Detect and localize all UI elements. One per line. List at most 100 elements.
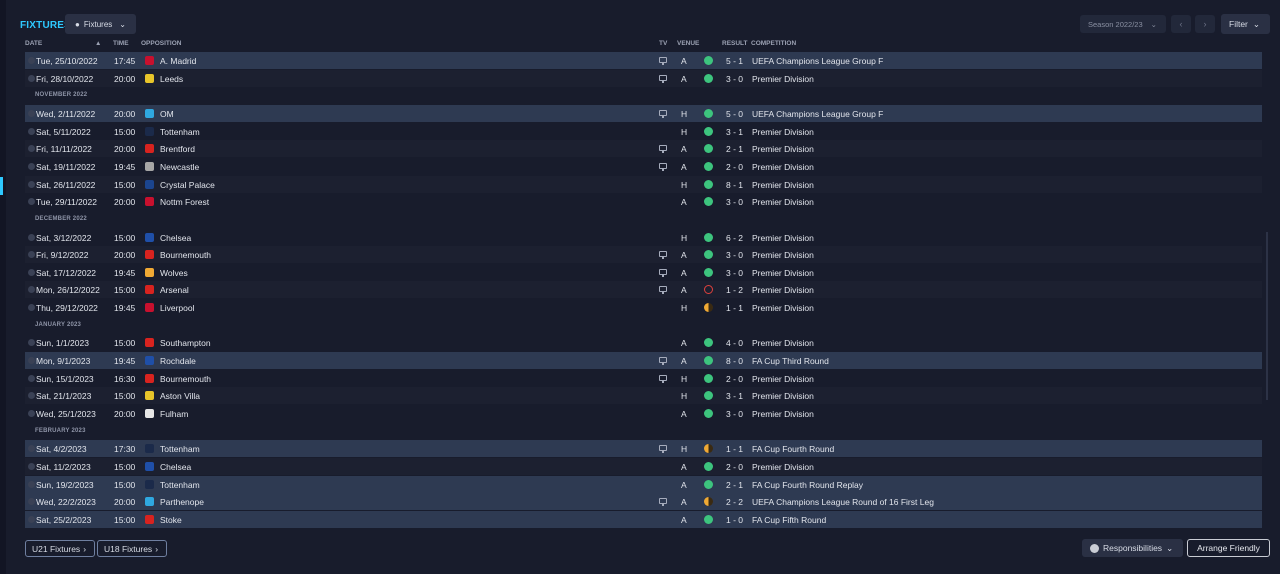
arrange-friendly-button[interactable]: Arrange Friendly (1187, 539, 1270, 557)
opposition-name[interactable]: Nottm Forest (160, 197, 209, 207)
fixture-result[interactable]: 1 - 0 (726, 515, 743, 525)
table-row[interactable]: Sat, 11/2/2023 15:00 Chelsea A 2 - 0 Premier … (25, 457, 1262, 475)
table-row[interactable]: Fri, 9/12/2022 20:00 Bournemouth A 3 - 0 Prem… (25, 246, 1262, 264)
fixture-competition[interactable]: FA Cup Fourth Round Replay (752, 480, 863, 490)
opposition-name[interactable]: Wolves (160, 268, 188, 278)
fixture-result[interactable]: 4 - 0 (726, 338, 743, 348)
opposition-name[interactable]: OM (160, 109, 174, 119)
column-date[interactable]: DATE (25, 40, 42, 47)
opposition-name[interactable]: Bournemouth (160, 374, 211, 384)
opposition-name[interactable]: Tottenham (160, 127, 200, 137)
opposition-name[interactable]: Tottenham (160, 444, 200, 454)
column-tv[interactable]: TV (659, 40, 667, 47)
table-row[interactable]: Sun, 15/1/2023 16:30 Bournemouth H 2 - 0 Prem… (25, 370, 1262, 387)
opposition-name[interactable]: Aston Villa (160, 391, 200, 401)
fixture-result[interactable]: 3 - 0 (726, 250, 743, 260)
fixture-result[interactable]: 3 - 0 (726, 409, 743, 419)
opposition-name[interactable]: Leeds (160, 74, 183, 84)
fixture-result[interactable]: 3 - 1 (726, 391, 743, 401)
responsibilities-button[interactable]: Responsibilities ⌄ (1082, 539, 1183, 557)
fixture-result[interactable]: 2 - 0 (726, 162, 743, 172)
fixture-competition[interactable]: UEFA Champions League Group F (752, 56, 883, 66)
table-row[interactable]: Sun, 19/2/2023 15:00 Tottenham A 2 - 1 FA Cup… (25, 475, 1262, 493)
season-selector[interactable]: Season 2022/23 ⌄ (1080, 15, 1166, 33)
column-opposition[interactable]: OPPOSITION (141, 40, 181, 47)
fixture-competition[interactable]: Premier Division (752, 250, 814, 260)
fixture-competition[interactable]: Premier Division (752, 374, 814, 384)
u18-fixtures-button[interactable]: U18 Fixtures › (97, 540, 167, 557)
table-row[interactable]: Sat, 21/1/2023 15:00 Aston Villa H 3 - 1 Prem… (25, 387, 1262, 405)
table-row[interactable]: Sun, 1/1/2023 15:00 Southampton A 4 - 0 Premi… (25, 334, 1262, 351)
table-row[interactable]: Sat, 17/12/2022 19:45 Wolves A 3 - 0 Premier … (25, 264, 1262, 281)
filter-button[interactable]: Filter ⌄ (1221, 14, 1270, 34)
opposition-name[interactable]: Chelsea (160, 233, 191, 243)
table-row[interactable]: Thu, 29/12/2022 19:45 Liverpool H 1 - 1 Premi… (25, 299, 1262, 316)
fixture-competition[interactable]: Premier Division (752, 233, 814, 243)
opposition-name[interactable]: Southampton (160, 338, 211, 348)
fixture-result[interactable]: 1 - 1 (726, 444, 743, 454)
fixture-competition[interactable]: FA Cup Fourth Round (752, 444, 834, 454)
fixture-result[interactable]: 1 - 1 (726, 303, 743, 313)
table-row[interactable]: Sat, 3/12/2022 15:00 Chelsea H 6 - 2 Premier … (25, 229, 1262, 246)
fixture-result[interactable]: 5 - 1 (726, 56, 743, 66)
fixture-competition[interactable]: Premier Division (752, 268, 814, 278)
table-row[interactable]: Fri, 28/10/2022 20:00 Leeds A 3 - 0 Premier D… (25, 69, 1262, 87)
fixture-competition[interactable]: UEFA Champions League Group F (752, 109, 883, 119)
table-row[interactable]: Tue, 25/10/2022 17:45 A. Madrid A 5 - 1 UEFA … (25, 52, 1262, 69)
fixture-competition[interactable]: Premier Division (752, 391, 814, 401)
fixture-result[interactable]: 3 - 0 (726, 74, 743, 84)
fixture-competition[interactable]: Premier Division (752, 74, 814, 84)
opposition-name[interactable]: Tottenham (160, 480, 200, 490)
u21-fixtures-button[interactable]: U21 Fixtures › (25, 540, 95, 557)
fixture-competition[interactable]: Premier Division (752, 144, 814, 154)
opposition-name[interactable]: Parthenope (160, 497, 204, 507)
fixture-competition[interactable]: Premier Division (752, 162, 814, 172)
opposition-name[interactable]: Brentford (160, 144, 195, 154)
fixture-competition[interactable]: Premier Division (752, 197, 814, 207)
table-row[interactable]: Tue, 29/11/2022 20:00 Nottm Forest A 3 - 0 Pr… (25, 193, 1262, 210)
column-competition[interactable]: COMPETITION (751, 40, 796, 47)
table-row[interactable]: Sat, 4/2/2023 17:30 Tottenham H 1 - 1 FA Cup … (25, 440, 1262, 458)
opposition-name[interactable]: Crystal Palace (160, 180, 215, 190)
opposition-name[interactable]: Chelsea (160, 462, 191, 472)
opposition-name[interactable]: Rochdale (160, 356, 196, 366)
fixture-result[interactable]: 3 - 0 (726, 268, 743, 278)
table-row[interactable]: Fri, 11/11/2022 20:00 Brentford A 2 - 1 Premi… (25, 140, 1262, 158)
table-row[interactable]: Sat, 25/2/2023 15:00 Stoke A 1 - 0 FA Cup Fif… (25, 510, 1262, 528)
column-time[interactable]: TIME (113, 40, 129, 47)
fixture-result[interactable]: 2 - 1 (726, 144, 743, 154)
fixture-competition[interactable]: FA Cup Third Round (752, 356, 829, 366)
fixture-competition[interactable]: Premier Division (752, 409, 814, 419)
fixture-result[interactable]: 2 - 0 (726, 374, 743, 384)
table-row[interactable]: Mon, 26/12/2022 15:00 Arsenal A 1 - 2 Premier… (25, 281, 1262, 299)
table-row[interactable]: Wed, 22/2/2023 20:00 Parthenope A 2 - 2 UEFA … (25, 493, 1262, 511)
scrollbar[interactable] (1266, 232, 1268, 400)
opposition-name[interactable]: A. Madrid (160, 56, 196, 66)
fixture-competition[interactable]: Premier Division (752, 180, 814, 190)
fixture-result[interactable]: 2 - 2 (726, 497, 743, 507)
fixture-result[interactable]: 6 - 2 (726, 233, 743, 243)
fixture-result[interactable]: 5 - 0 (726, 109, 743, 119)
opposition-name[interactable]: Stoke (160, 515, 182, 525)
view-selector-button[interactable]: ● Fixtures ⌄ (65, 14, 136, 34)
fixture-result[interactable]: 3 - 0 (726, 197, 743, 207)
column-venue[interactable]: VENUE (677, 40, 699, 47)
table-row[interactable]: Sat, 5/11/2022 15:00 Tottenham H 3 - 1 Premie… (25, 123, 1262, 140)
opposition-name[interactable]: Arsenal (160, 285, 189, 295)
previous-season-button[interactable]: ‹ (1171, 15, 1191, 33)
table-row[interactable]: Sat, 19/11/2022 19:45 Newcastle A 2 - 0 Premi… (25, 158, 1262, 175)
fixture-competition[interactable]: UEFA Champions League Round of 16 First … (752, 497, 934, 507)
table-row[interactable]: Mon, 9/1/2023 19:45 Rochdale A 8 - 0 FA Cup T… (25, 352, 1262, 370)
table-row[interactable]: Wed, 25/1/2023 20:00 Fulham A 3 - 0 Premier D… (25, 405, 1262, 422)
fixture-result[interactable]: 2 - 0 (726, 462, 743, 472)
opposition-name[interactable]: Fulham (160, 409, 188, 419)
next-season-button[interactable]: › (1195, 15, 1215, 33)
fixture-competition[interactable]: Premier Division (752, 338, 814, 348)
column-result[interactable]: RESULT (722, 40, 748, 47)
fixture-competition[interactable]: Premier Division (752, 127, 814, 137)
fixture-result[interactable]: 2 - 1 (726, 480, 743, 490)
fixture-competition[interactable]: Premier Division (752, 285, 814, 295)
opposition-name[interactable]: Bournemouth (160, 250, 211, 260)
fixture-competition[interactable]: Premier Division (752, 462, 814, 472)
table-row[interactable]: Sat, 26/11/2022 15:00 Crystal Palace H 8 - 1… (25, 175, 1262, 193)
